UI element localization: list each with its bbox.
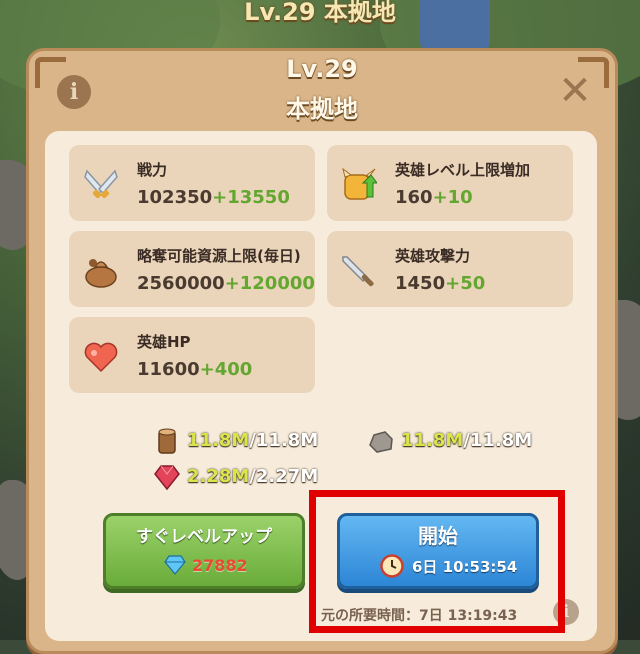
building-name: 本拠地 (286, 95, 358, 123)
original-duration: 元の所要時間：7日 13:19:43 (321, 608, 518, 624)
building-title-backdrop: Lv.29 本拠地 (244, 0, 396, 26)
resource-have: 11.8M (187, 430, 250, 451)
sword-icon (342, 256, 374, 287)
stat-card-hero-hp: 英雄HP 11600+400 (69, 317, 315, 393)
stat-value: 1450+50 (395, 273, 485, 294)
stat-label: 戦力 (137, 161, 168, 179)
resource-have: 11.8M (401, 430, 464, 451)
info-icon-small[interactable]: i (553, 599, 579, 625)
stat-current: 1450 (395, 273, 446, 294)
resource-need: /11.8M (463, 430, 533, 451)
stat-increase: +50 (445, 273, 486, 294)
start-label: 開始 (418, 524, 458, 548)
stat-increase: +10 (432, 187, 473, 208)
clock-icon (380, 554, 404, 578)
stat-current: 102350 (137, 187, 213, 208)
ruby-icon (154, 465, 180, 491)
stone-icon (369, 431, 393, 453)
panel-header: Lv.29 本拠地 i ✕ (29, 51, 615, 133)
stat-value: 160+10 (395, 187, 473, 208)
hero-level-up-icon (342, 167, 377, 200)
panel-content: 戦力 102350+13550 英雄レベル上限増加 160+10 略奪可能資源上… (45, 131, 597, 641)
stat-label: 略奪可能資源上限(毎日) (137, 247, 301, 265)
resource-have: 2.28M (187, 466, 250, 487)
instant-level-up-button[interactable]: すぐレベルアップ 27882 (103, 513, 305, 589)
stat-current: 2560000 (137, 273, 225, 294)
stat-current: 11600 (137, 359, 200, 380)
stat-increase: +400 (199, 359, 253, 380)
loot-bag-icon (85, 259, 117, 288)
resource-amount: 11.8M/11.8M (187, 430, 318, 451)
building-upgrade-panel: Lv.29 本拠地 i ✕ 戦力 102350+13550 英雄レベル上限増加 (26, 48, 618, 654)
start-upgrade-button[interactable]: 開始 6日 10:53:54 (337, 513, 539, 589)
stat-increase: +13550 (212, 187, 290, 208)
stat-value: 2560000+120000 (137, 273, 315, 294)
info-icon[interactable]: i (57, 75, 91, 109)
instant-level-up-label: すぐレベルアップ (136, 527, 272, 547)
stat-label: 英雄攻撃力 (395, 247, 471, 265)
resource-amount: 2.28M/2.27M (187, 466, 318, 487)
stat-label: 英雄HP (137, 333, 191, 351)
wood-icon (158, 428, 176, 454)
building-level: Lv.29 (286, 55, 358, 83)
close-icon[interactable]: ✕ (555, 71, 595, 111)
stat-value: 102350+13550 (137, 187, 290, 208)
upgrade-time: 6日 10:53:54 (412, 558, 518, 576)
resource-need: /2.27M (249, 466, 319, 487)
heart-icon (84, 342, 118, 373)
stat-label: 英雄レベル上限増加 (395, 161, 531, 179)
resource-amount: 11.8M/11.8M (401, 430, 532, 451)
stat-value: 11600+400 (137, 359, 252, 380)
stat-card-power: 戦力 102350+13550 (69, 145, 315, 221)
resource-need: /11.8M (249, 430, 319, 451)
stat-current: 160 (395, 187, 433, 208)
stat-card-loot-limit: 略奪可能資源上限(毎日) 2560000+120000 (69, 231, 315, 307)
stat-increase: +120000 (224, 273, 315, 294)
gem-cost: 27882 (192, 556, 248, 575)
gem-icon (164, 555, 186, 575)
swords-icon (84, 169, 118, 199)
stat-card-hero-attack: 英雄攻撃力 1450+50 (327, 231, 573, 307)
stat-card-hero-level-cap: 英雄レベル上限増加 160+10 (327, 145, 573, 221)
